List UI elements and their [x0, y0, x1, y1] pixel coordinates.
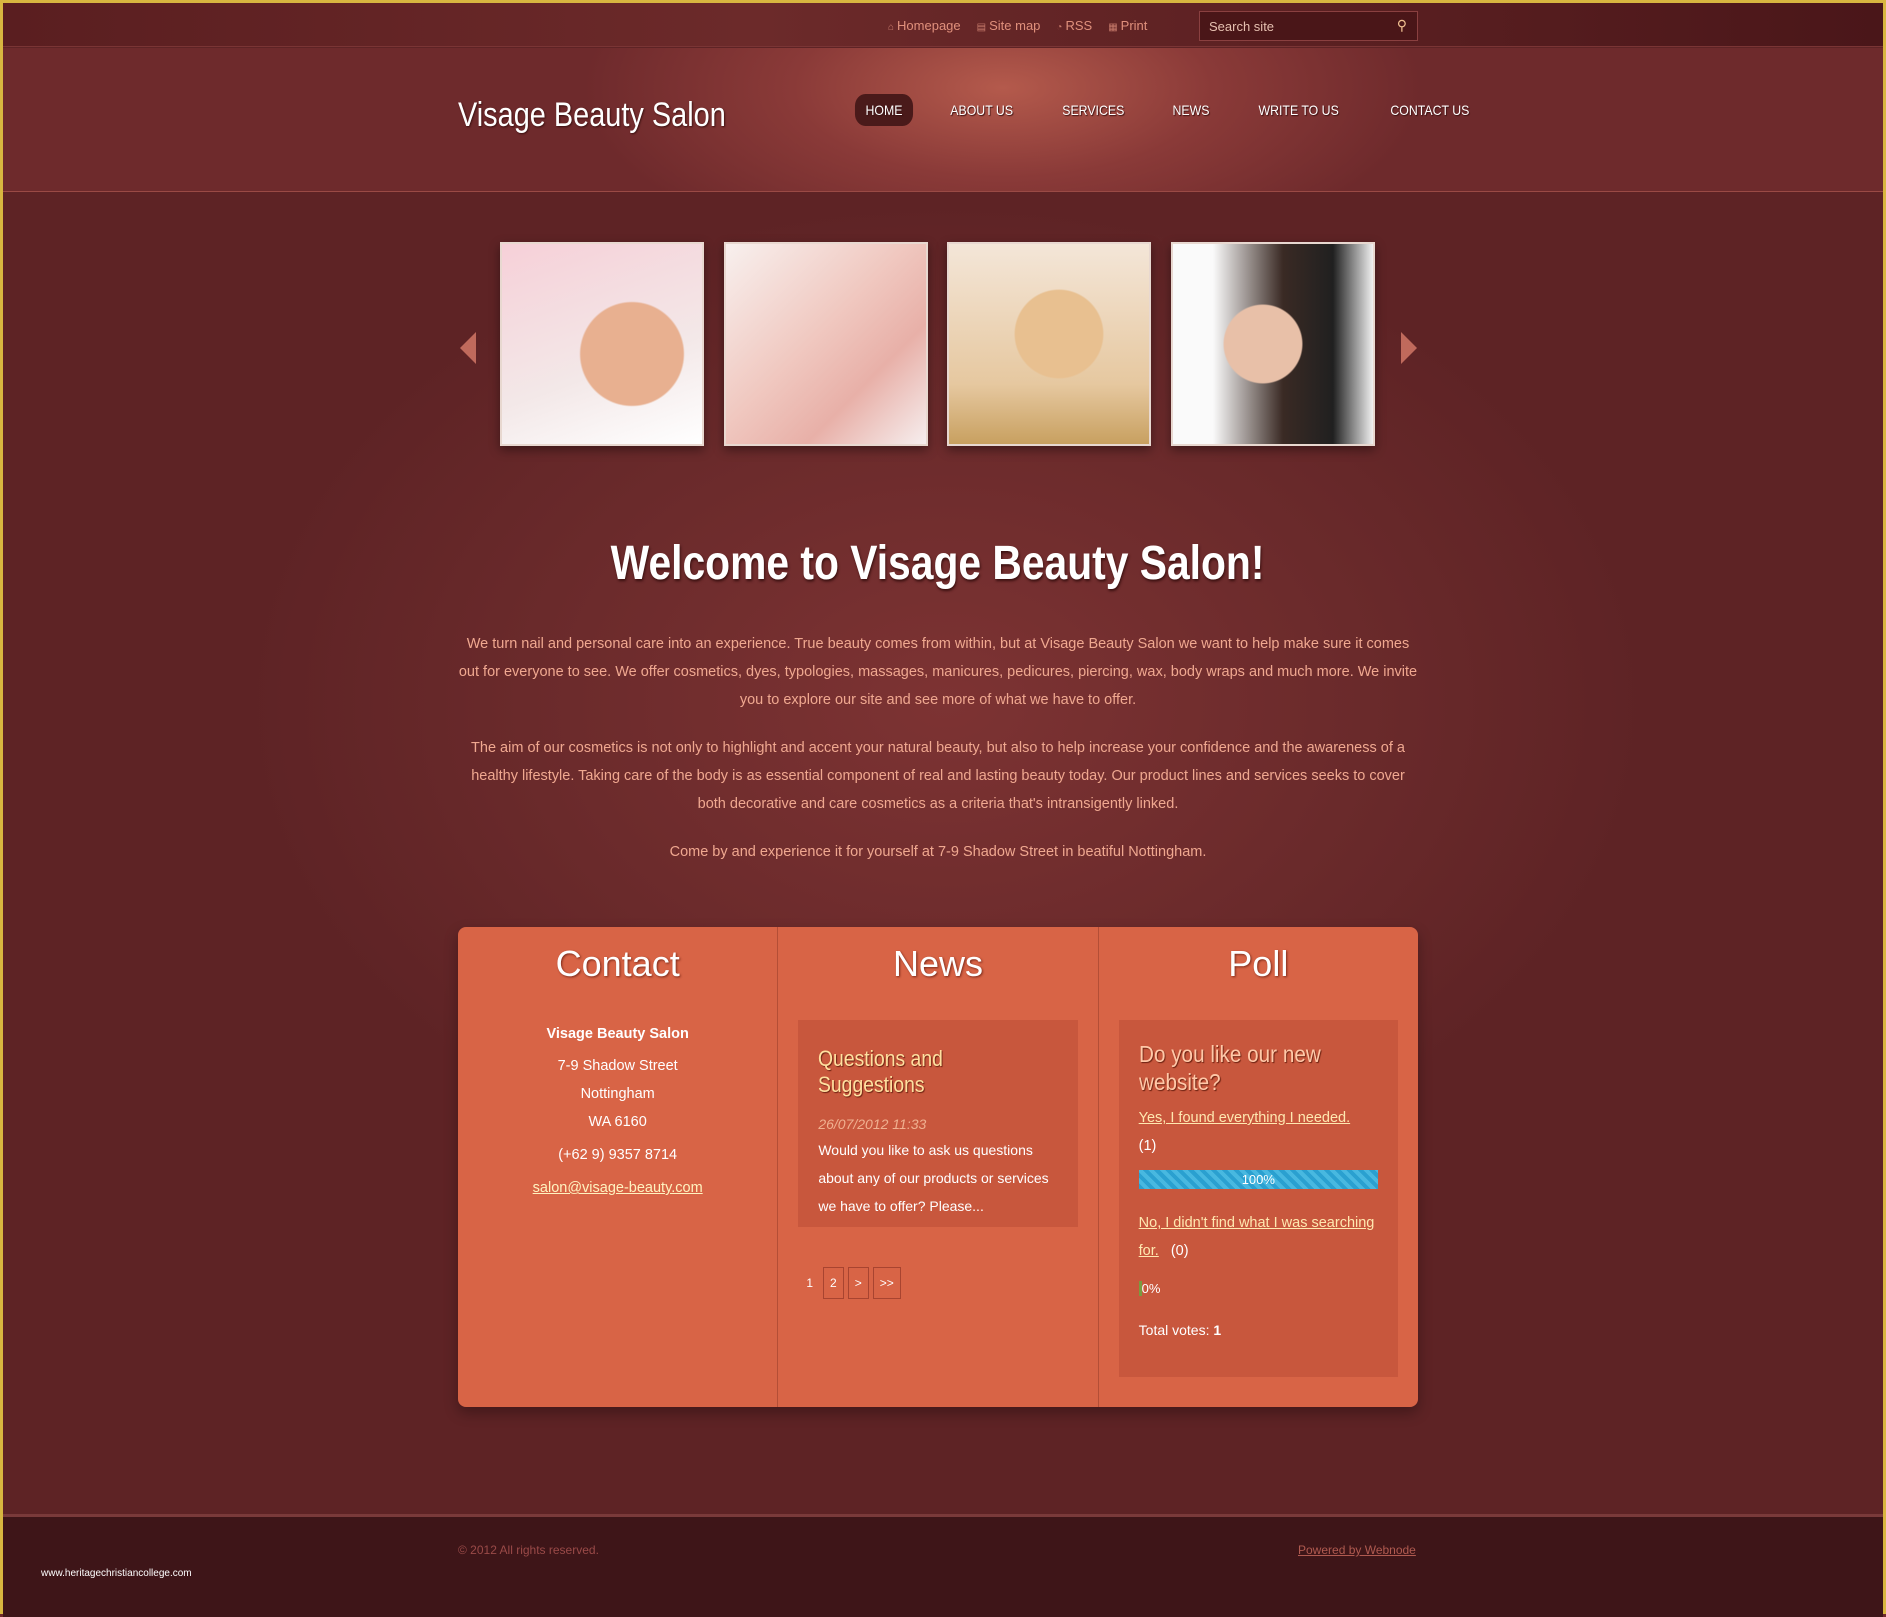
poll-panel: Poll Do you like our new website? Yes, I… — [1099, 927, 1418, 1407]
contact-email-link[interactable]: salon@visage-beauty.com — [533, 1180, 703, 1196]
news-item-body: Would you like to ask us questions about… — [818, 1142, 1049, 1214]
poll-heading: Poll — [1228, 943, 1289, 984]
page-next[interactable]: > — [847, 1267, 869, 1299]
contact-street: 7-9 Shadow Street — [557, 1058, 678, 1074]
poll-question: Do you like our new website? — [1138, 1041, 1321, 1095]
poll-bar-yes: 100% — [1138, 1170, 1378, 1189]
intro-paragraph: We turn nail and personal care into an e… — [458, 636, 1418, 708]
news-item-title[interactable]: Questions and Suggestions — [818, 1046, 1029, 1098]
poll-count-no: (0) — [1170, 1243, 1189, 1259]
search-input[interactable]: Search site ⚲ — [1199, 11, 1418, 41]
home-icon: ⌂ — [888, 22, 895, 33]
news-item: Questions and Suggestions 26/07/2012 11:… — [798, 1020, 1078, 1227]
gallery-image-spa[interactable] — [500, 242, 704, 446]
footer: © 2012 All rights reserved. Powered by W… — [3, 1514, 1883, 1617]
watermark: www.heritagechristiancollege.com — [41, 1568, 192, 1579]
print-link[interactable]: ▦ Print — [1108, 18, 1147, 33]
nav-news[interactable]: NEWS — [1162, 94, 1220, 126]
news-panel: News Questions and Suggestions 26/07/201… — [778, 927, 1099, 1407]
header: Visage Beauty Salon HOME ABOUT US SERVIC… — [3, 48, 1883, 192]
carousel-next-arrow-icon[interactable] — [1401, 332, 1417, 364]
rss-link[interactable]: ◔ RSS — [1056, 18, 1092, 33]
nav-write-to-us[interactable]: WRITE TO US — [1248, 94, 1349, 126]
image-carousel — [458, 242, 1418, 446]
page-last[interactable]: >> — [872, 1267, 901, 1299]
intro-paragraph: The aim of our cosmetics is not only to … — [471, 740, 1405, 812]
contact-name: Visage Beauty Salon — [546, 1026, 689, 1042]
gallery-image-nails[interactable] — [724, 242, 928, 446]
powered-by-link[interactable]: Powered by Webnode — [1298, 1543, 1416, 1557]
gallery-image-massage[interactable] — [947, 242, 1151, 446]
contact-phone: (+62 9) 9357 8714 — [558, 1147, 678, 1163]
intro-paragraph: Come by and experience it for yourself a… — [669, 844, 1207, 860]
print-icon: ▦ — [1108, 22, 1118, 33]
page-title: Welcome to Visage Beauty Salon! — [611, 537, 1265, 590]
intro-text: We turn nail and personal care into an e… — [458, 630, 1418, 886]
logo[interactable]: Visage Beauty Salon — [458, 96, 726, 135]
news-item-date: 26/07/2012 11:33 — [818, 1116, 927, 1132]
rss-icon: ◔ — [1056, 22, 1063, 33]
poll-option-yes[interactable]: Yes, I found everything I needed. — [1139, 1110, 1350, 1126]
gallery-image-portrait[interactable] — [1171, 242, 1375, 446]
top-bar: ⌂ Homepage ▤ Site map ◔ RSS ▦ Print Search s… — [3, 3, 1883, 47]
page-1: 1 — [806, 1276, 814, 1290]
contact-panel: Contact Visage Beauty Salon 7-9 Shadow S… — [458, 927, 779, 1407]
contact-postcode: WA 6160 — [588, 1114, 647, 1130]
carousel-prev-arrow-icon[interactable] — [460, 332, 476, 364]
nav-services[interactable]: SERVICES — [1052, 94, 1135, 126]
news-heading: News — [892, 943, 983, 984]
poll-count-yes: (1) — [1138, 1138, 1157, 1154]
contact-heading: Contact — [555, 943, 680, 984]
copyright: © 2012 All rights reserved. — [458, 1543, 599, 1557]
sitemap-link[interactable]: ▤ Site map — [977, 18, 1041, 33]
news-pagination: 1 2 > >> — [800, 1267, 901, 1299]
search-icon[interactable]: ⚲ — [1397, 17, 1407, 34]
nav-contact-us[interactable]: CONTACT US — [1380, 94, 1480, 126]
nav-home[interactable]: HOME — [854, 94, 914, 126]
poll-box: Do you like our new website? Yes, I foun… — [1118, 1020, 1398, 1377]
nav-about-us[interactable]: ABOUT US — [940, 94, 1024, 126]
page: ⌂ Homepage ▤ Site map ◔ RSS ▦ Print Search s… — [3, 3, 1883, 1617]
contact-city: Nottingham — [580, 1086, 655, 1102]
poll-bar-no: 0% — [1138, 1281, 1378, 1296]
poll-total: Total votes: 1 — [1138, 1322, 1222, 1338]
page-2[interactable]: 2 — [823, 1267, 844, 1299]
main-nav: HOME ABOUT US SERVICES NEWS WRITE TO US … — [851, 94, 1504, 126]
homepage-link[interactable]: ⌂ Homepage — [888, 18, 961, 33]
sitemap-icon: ▤ — [976, 22, 987, 33]
info-panels: Contact Visage Beauty Salon 7-9 Shadow S… — [458, 927, 1418, 1407]
